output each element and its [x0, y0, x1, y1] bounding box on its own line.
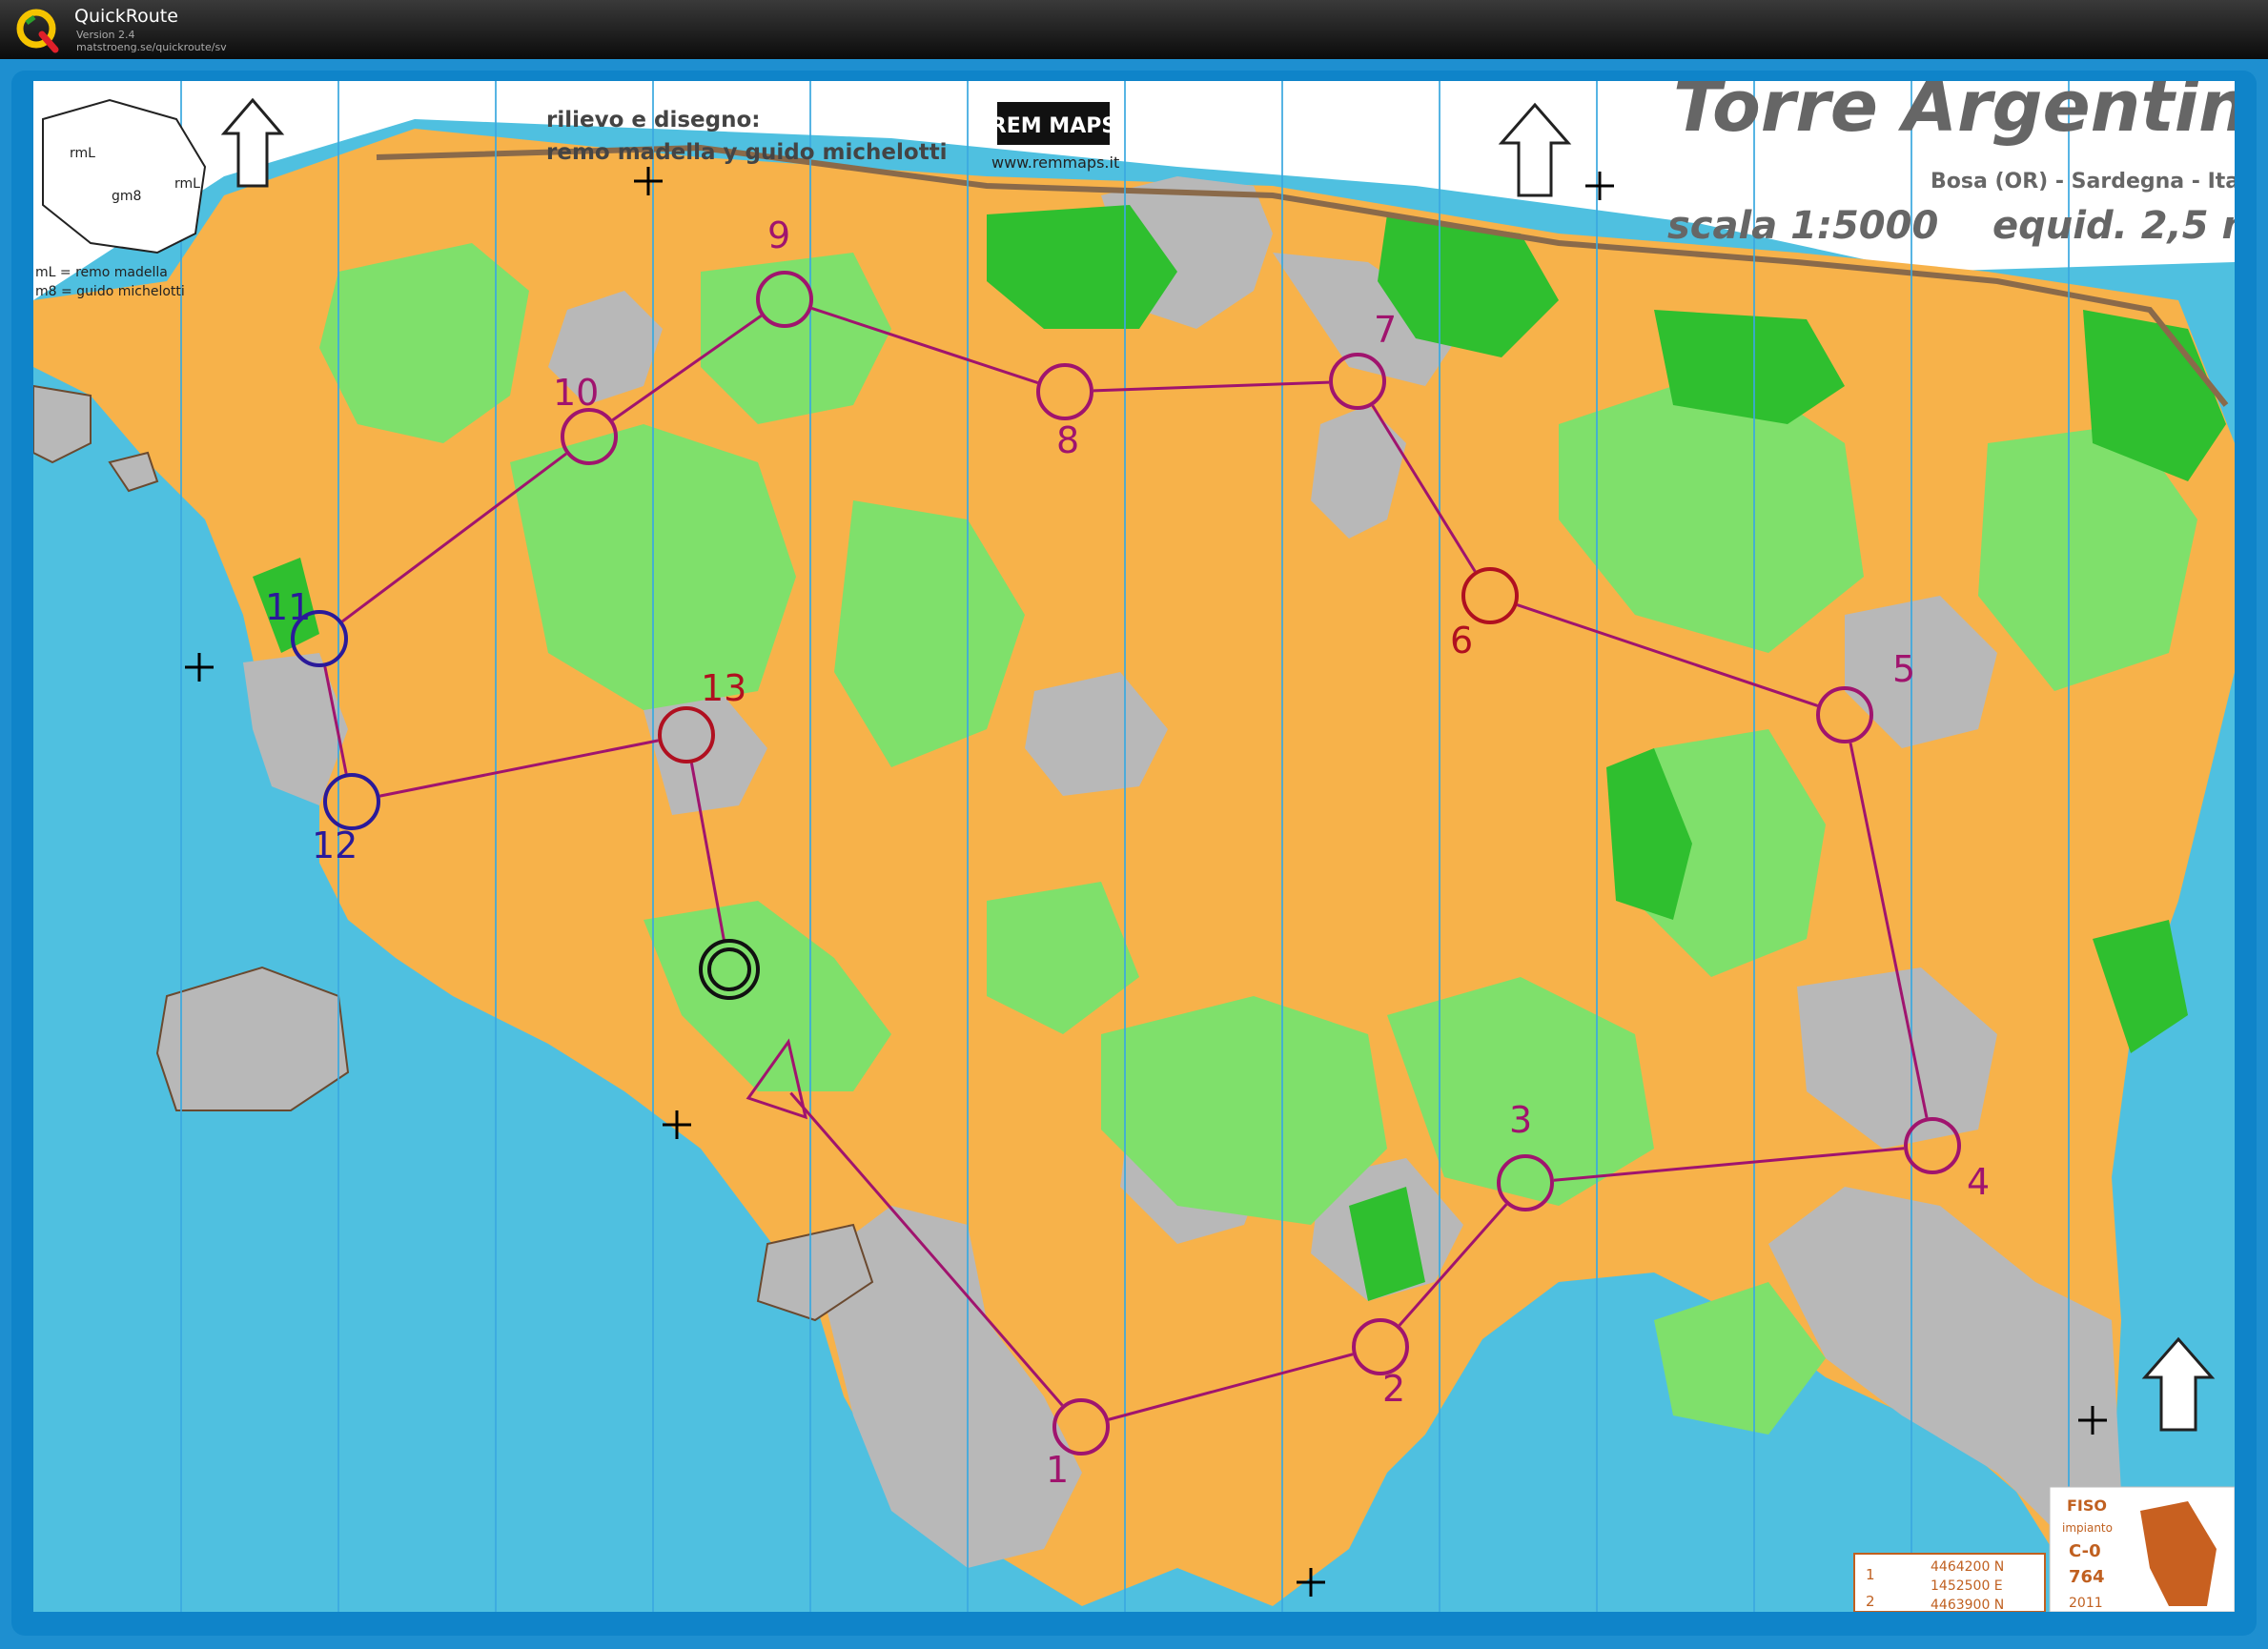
coord-2: 1452500 E: [1931, 1578, 2003, 1594]
control-number-3: 3: [1509, 1099, 1532, 1141]
legend-region-1: rmL: [70, 146, 95, 161]
control-number-10: 10: [553, 372, 599, 414]
map-title: Torre Argentino: [1673, 81, 2235, 148]
credits-heading: rilievo e disegno:: [546, 108, 760, 132]
map-equidistance: equid. 2,5 m: [1992, 204, 2235, 248]
credits-names: remo madella y guido michelotti: [546, 140, 948, 165]
app-version: Version 2.4: [76, 29, 135, 41]
map-viewport[interactable]: rmL gm8 rmL mL = remo madella m8 = guido…: [33, 81, 2235, 1612]
publisher-logo: REM MAPS: [991, 114, 1116, 138]
fiso-num: 764: [2069, 1567, 2105, 1587]
control-number-11: 11: [265, 586, 311, 628]
coord-3: 4463900 N: [1931, 1598, 2004, 1612]
coordinate-box: 1 2 4464200 N 1452500 E 4463900 N: [1853, 1553, 2046, 1612]
control-number-9: 9: [767, 214, 790, 256]
title-bar: QuickRoute Version 2.4 matstroeng.se/qui…: [0, 0, 2268, 59]
map-subtitle: Bosa (OR) - Sardegna - Italia: [1931, 170, 2235, 193]
fiso-year: 2011: [2069, 1596, 2103, 1611]
control-number-6: 6: [1450, 620, 1473, 662]
fiso-box: FISO impianto C-0 764 2011: [2049, 1486, 2235, 1612]
control-number-2: 2: [1382, 1368, 1405, 1410]
legend-region-3: rmL: [174, 176, 200, 192]
legend-line-1: mL = remo madella: [35, 265, 168, 280]
fiso-label: FISO: [2067, 1496, 2107, 1515]
coord-1: 4464200 N: [1931, 1559, 2004, 1575]
control-number-12: 12: [312, 824, 358, 866]
map-scale: scala 1:5000: [1667, 204, 1938, 248]
control-number-8: 8: [1056, 419, 1079, 461]
control-number-1: 1: [1046, 1449, 1069, 1491]
control-number-5: 5: [1892, 648, 1915, 690]
coord-idx-2: 2: [1866, 1593, 1875, 1610]
legend-region-2: gm8: [112, 189, 141, 204]
coord-idx-1: 1: [1866, 1566, 1875, 1583]
fiso-code: C-0: [2069, 1541, 2101, 1561]
app-url: matstroeng.se/quickroute/sv: [76, 41, 227, 53]
app-title: QuickRoute: [74, 6, 178, 27]
quickroute-logo-icon: [16, 9, 59, 53]
legend-line-2: m8 = guido michelotti: [35, 284, 185, 299]
control-number-13: 13: [701, 667, 746, 709]
control-number-7: 7: [1374, 309, 1397, 351]
fiso-sub: impianto: [2062, 1521, 2113, 1535]
control-number-4: 4: [1967, 1161, 1990, 1203]
publisher-url: www.remmaps.it: [991, 153, 1119, 172]
orienteering-map[interactable]: rmL gm8 rmL mL = remo madella m8 = guido…: [33, 81, 2235, 1612]
